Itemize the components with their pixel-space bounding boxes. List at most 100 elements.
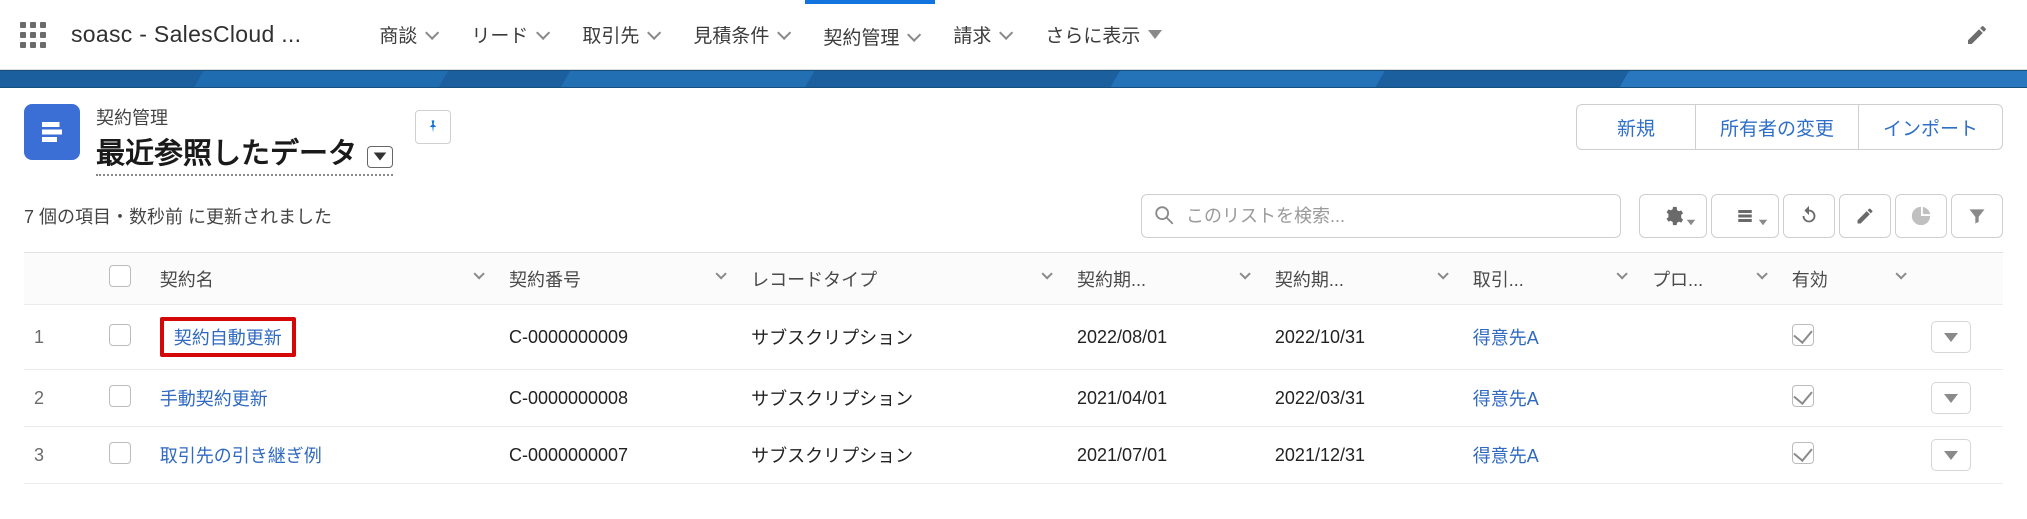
row-action-button[interactable]	[1931, 382, 1971, 414]
cell-rownum: 2	[24, 370, 99, 427]
nav-tab-label: 商談	[379, 21, 417, 48]
chevron-down-icon[interactable]	[907, 27, 921, 41]
col-end-date[interactable]: 契約期...	[1265, 253, 1463, 305]
chevron-down-icon[interactable]	[1239, 268, 1250, 279]
chevron-down-icon[interactable]	[367, 146, 393, 168]
cell-account: 得意先A	[1463, 370, 1642, 427]
account-link[interactable]: 得意先A	[1473, 446, 1539, 466]
nav-tab-opportunity[interactable]: 商談	[361, 0, 453, 69]
cell-name: 契約自動更新	[150, 305, 499, 370]
nav-tab-more[interactable]: さらに表示	[1027, 0, 1180, 69]
filter-button[interactable]	[1951, 194, 2003, 238]
col-label: 取引...	[1473, 270, 1524, 290]
brand-stripe	[0, 70, 2027, 88]
cell-start-date: 2021/04/01	[1067, 370, 1265, 427]
row-action-button[interactable]	[1931, 321, 1971, 353]
valid-checkbox	[1792, 324, 1814, 346]
app-title: soasc - SalesCloud ...	[71, 21, 301, 48]
chart-button[interactable]	[1895, 194, 1947, 238]
valid-checkbox	[1792, 385, 1814, 407]
listview-picker[interactable]: 最近参照したデータ	[96, 130, 393, 176]
pin-button[interactable]	[415, 110, 451, 144]
inline-edit-button[interactable]	[1839, 194, 1891, 238]
col-label: 契約番号	[509, 270, 581, 290]
record-name-link[interactable]: 取引先の引き継ぎ例	[160, 446, 322, 466]
cell-number: C-0000000008	[499, 370, 741, 427]
cell-row-actions	[1921, 370, 2003, 427]
chevron-down-icon[interactable]	[536, 25, 550, 39]
cell-start-date: 2021/07/01	[1067, 427, 1265, 484]
cell-rownum: 3	[24, 427, 99, 484]
select-all-checkbox[interactable]	[109, 265, 131, 287]
new-button[interactable]: 新規	[1576, 104, 1696, 150]
col-record-type[interactable]: レコードタイプ	[741, 253, 1067, 305]
col-label: 有効	[1792, 270, 1828, 290]
app-launcher-icon[interactable]	[20, 22, 46, 48]
nav-tab-label: リード	[471, 21, 528, 48]
chevron-down-icon[interactable]	[647, 25, 661, 39]
col-valid[interactable]: 有効	[1782, 253, 1922, 305]
search-input[interactable]	[1141, 194, 1621, 238]
edit-icon[interactable]	[1965, 23, 2007, 47]
account-link[interactable]: 得意先A	[1473, 328, 1539, 348]
row-action-button[interactable]	[1931, 439, 1971, 471]
chevron-down-icon[interactable]	[1041, 268, 1052, 279]
record-name-link[interactable]: 契約自動更新	[174, 328, 282, 348]
col-account[interactable]: 取引...	[1463, 253, 1642, 305]
cell-record-type: サブスクリプション	[741, 305, 1067, 370]
col-name[interactable]: 契約名	[150, 253, 499, 305]
record-name-link[interactable]: 手動契約更新	[160, 389, 268, 409]
cell-process	[1642, 305, 1782, 370]
chevron-down-icon[interactable]	[1896, 268, 1907, 279]
nav-tab-billing[interactable]: 請求	[935, 0, 1027, 69]
cell-checkbox[interactable]	[99, 305, 150, 370]
col-checkbox[interactable]	[99, 253, 150, 305]
col-label: 契約期...	[1275, 270, 1344, 290]
chevron-down-icon[interactable]	[473, 268, 484, 279]
row-checkbox[interactable]	[109, 442, 131, 464]
list-status: 7 個の項目・数秒前 に更新されました	[24, 203, 332, 229]
chevron-down-icon[interactable]	[1617, 268, 1628, 279]
nav-tab-label: 見積条件	[693, 21, 769, 48]
cell-end-date: 2022/10/31	[1265, 305, 1463, 370]
row-checkbox[interactable]	[109, 324, 131, 346]
chevron-down-icon[interactable]	[716, 268, 727, 279]
col-process[interactable]: プロ...	[1642, 253, 1782, 305]
col-number[interactable]: 契約番号	[499, 253, 741, 305]
import-button[interactable]: インポート	[1859, 104, 2003, 150]
col-label: 契約期...	[1077, 270, 1146, 290]
cell-number: C-0000000009	[499, 305, 741, 370]
col-row-actions	[1921, 253, 2003, 305]
nav-tab-quote-condition[interactable]: 見積条件	[675, 0, 805, 69]
table-row: 3 取引先の引き継ぎ例 C-0000000007 サブスクリプション 2021/…	[24, 427, 2003, 484]
nav-tab-contract-manage[interactable]: 契約管理	[805, 0, 935, 69]
list-settings-button[interactable]	[1639, 194, 1707, 238]
col-start-date[interactable]: 契約期...	[1067, 253, 1265, 305]
nav-tab-account[interactable]: 取引先	[564, 0, 675, 69]
nav-tab-lead[interactable]: リード	[453, 0, 564, 69]
chevron-down-icon[interactable]	[1756, 268, 1767, 279]
display-as-button[interactable]	[1711, 194, 1779, 238]
col-label: 契約名	[160, 270, 214, 290]
cell-row-actions	[1921, 305, 2003, 370]
cell-valid	[1782, 370, 1922, 427]
chevron-down-icon[interactable]	[777, 25, 791, 39]
chevron-down-icon	[1759, 220, 1767, 225]
table-header-row: 契約名 契約番号 レコードタイプ 契約期... 契約期...	[24, 253, 2003, 305]
account-link[interactable]: 得意先A	[1473, 389, 1539, 409]
row-checkbox[interactable]	[109, 385, 131, 407]
chevron-down-icon[interactable]	[425, 25, 439, 39]
cell-checkbox[interactable]	[99, 427, 150, 484]
nav-tab-label: さらに表示	[1045, 21, 1140, 48]
object-label: 契約管理	[96, 104, 393, 130]
nav-tab-label: 取引先	[582, 21, 639, 48]
cell-valid	[1782, 427, 1922, 484]
cell-checkbox[interactable]	[99, 370, 150, 427]
records-table: 契約名 契約番号 レコードタイプ 契約期... 契約期...	[24, 252, 2003, 484]
change-owner-button[interactable]: 所有者の変更	[1696, 104, 1859, 150]
refresh-button[interactable]	[1783, 194, 1835, 238]
chevron-down-icon[interactable]	[999, 25, 1013, 39]
chevron-down-icon	[1687, 220, 1695, 225]
cell-number: C-0000000007	[499, 427, 741, 484]
chevron-down-icon[interactable]	[1437, 268, 1448, 279]
